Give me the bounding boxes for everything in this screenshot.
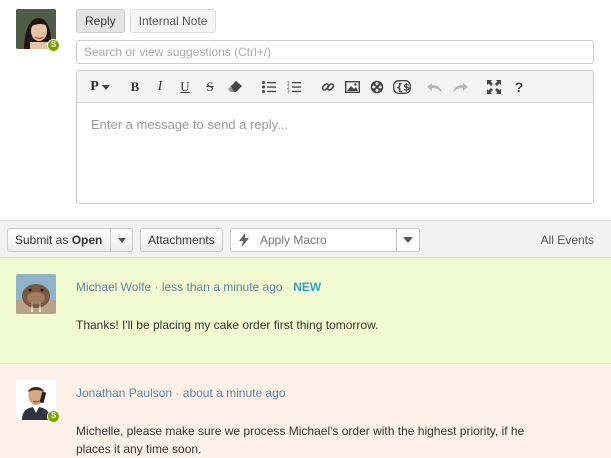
- chevron-down-icon: [118, 238, 126, 243]
- code-braces-icon: {$}: [393, 80, 411, 94]
- rich-text-editor: P B I U S 123 {$ ? Enter a message to se…: [76, 70, 594, 204]
- bullet-list-icon: [262, 81, 276, 93]
- agent-avatar: S: [16, 380, 60, 423]
- redo-icon: [453, 83, 468, 93]
- insert-placeholder-button[interactable]: {$}: [392, 78, 412, 96]
- submit-button[interactable]: Submit as Open: [7, 228, 111, 252]
- svg-text:{$}: {$}: [396, 83, 411, 94]
- event-meta: Michael Wolfe · less than a minute ago ·…: [76, 280, 321, 294]
- submit-status-dropdown[interactable]: [110, 228, 133, 252]
- meta-separator: ·: [175, 386, 180, 400]
- event-author-link[interactable]: Jonathan Paulson: [76, 386, 172, 400]
- conversation-event: S Jonathan Paulson · about a minute ago …: [0, 364, 611, 458]
- requester-avatar: [16, 274, 56, 314]
- help-icon: ?: [514, 79, 524, 95]
- svg-text:3: 3: [287, 89, 290, 93]
- suggestions-search-input[interactable]: [76, 40, 594, 64]
- link-icon: [321, 83, 335, 91]
- conversation-event: Michael Wolfe · less than a minute ago ·…: [0, 258, 611, 364]
- chevron-down-icon: [403, 237, 413, 243]
- meta-separator: ·: [154, 280, 159, 294]
- submit-prefix: Submit as: [15, 233, 69, 247]
- tab-reply[interactable]: Reply: [76, 9, 125, 33]
- film-icon: [370, 80, 384, 94]
- submit-status: Open: [71, 233, 103, 247]
- underline-icon: U: [180, 79, 190, 94]
- redo-button[interactable]: [451, 78, 469, 96]
- paragraph-format-dropdown[interactable]: P: [87, 78, 113, 96]
- attachments-button[interactable]: Attachments: [140, 228, 223, 252]
- editor-toolbar: P B I U S 123 {$ ?: [77, 71, 593, 103]
- event-meta: Jonathan Paulson · about a minute ago: [76, 386, 286, 400]
- macro-dropdown-toggle[interactable]: [396, 229, 419, 251]
- undo-button[interactable]: [426, 78, 444, 96]
- reply-composer: S Reply Internal Note P B I U S: [0, 0, 611, 220]
- macro-placeholder: Apply Macro: [260, 233, 327, 247]
- new-event-tag: NEW: [293, 280, 322, 294]
- fullscreen-icon: [487, 80, 501, 94]
- event-timestamp: less than a minute ago: [161, 280, 283, 294]
- italic-icon: I: [157, 79, 163, 94]
- paragraph-format-label: P: [90, 79, 99, 94]
- underline-button[interactable]: U: [177, 78, 193, 96]
- bold-button[interactable]: B: [127, 78, 143, 96]
- event-comment-body: Michelle, please make sure we process Mi…: [76, 424, 525, 456]
- numbered-list-button[interactable]: 123: [285, 78, 303, 96]
- event-comment-body: Thanks! I'll be placing my cake order fi…: [76, 318, 379, 332]
- image-icon: [344, 81, 360, 93]
- meta-separator: ·: [285, 280, 290, 294]
- lightning-icon: [239, 233, 249, 247]
- strikethrough-button[interactable]: S: [202, 78, 218, 96]
- agent-status-badge: S: [47, 39, 60, 52]
- all-events-filter[interactable]: All Events: [541, 221, 594, 259]
- composer-tabs: Reply Internal Note: [76, 9, 217, 33]
- ticket-action-bar: Submit as Open Attachments Apply Macro A…: [0, 220, 611, 258]
- strikethrough-icon: S: [206, 79, 214, 94]
- bold-icon: B: [130, 79, 140, 94]
- help-button[interactable]: ?: [511, 78, 527, 96]
- eraser-icon: [228, 81, 242, 92]
- insert-image-button[interactable]: [343, 78, 361, 96]
- reply-message-input[interactable]: [77, 103, 593, 203]
- event-author-link[interactable]: Michael Wolfe: [76, 280, 151, 294]
- bullet-list-button[interactable]: [260, 78, 278, 96]
- agent-status-badge: S: [47, 410, 60, 423]
- undo-icon: [427, 83, 442, 93]
- apply-macro-select[interactable]: Apply Macro: [230, 228, 420, 252]
- agent-avatar: S: [16, 9, 60, 52]
- numbered-list-icon: 123: [287, 81, 301, 93]
- tab-internal-note[interactable]: Internal Note: [129, 9, 217, 33]
- fullscreen-button[interactable]: [485, 78, 503, 96]
- clear-format-button[interactable]: [226, 78, 244, 96]
- chevron-down-icon: [101, 84, 110, 90]
- event-timestamp: about a minute ago: [182, 386, 286, 400]
- walrus-avatar-image: [16, 274, 56, 314]
- insert-link-button[interactable]: [319, 78, 337, 96]
- insert-video-button[interactable]: [368, 78, 386, 96]
- italic-button[interactable]: I: [152, 78, 168, 96]
